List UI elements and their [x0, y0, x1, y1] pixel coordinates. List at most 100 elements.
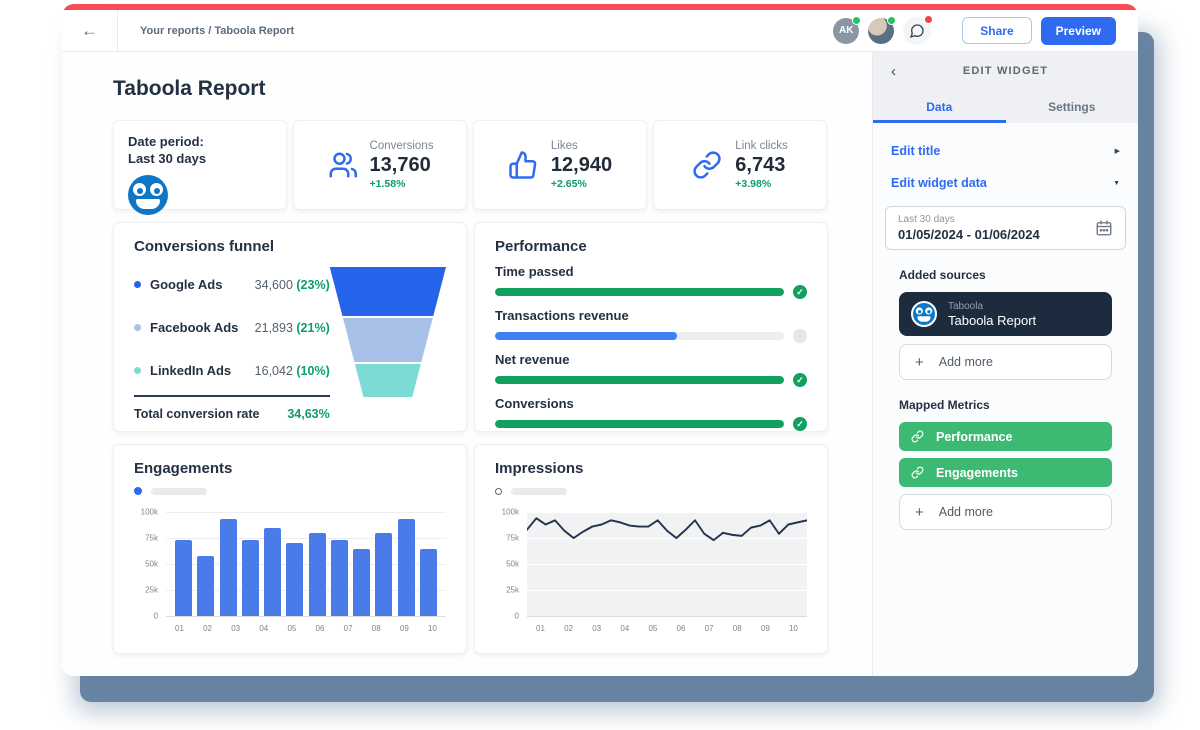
series-dot-icon: [134, 324, 141, 331]
tab-data[interactable]: Data: [873, 90, 1006, 123]
progress-track: [495, 332, 784, 340]
calendar-icon: [1095, 219, 1113, 237]
share-button[interactable]: Share: [962, 17, 1031, 44]
legend-dot-icon: [495, 488, 502, 495]
series-value: 16,042 (10%): [255, 364, 330, 378]
funnel-segment: [330, 362, 446, 397]
source-card-taboola[interactable]: Taboola Taboola Report: [899, 292, 1112, 336]
preview-button[interactable]: Preview: [1041, 17, 1116, 45]
funnel-series-row: LinkedIn Ads16,042 (10%): [134, 349, 330, 392]
widget-title: Impressions: [495, 460, 807, 477]
impressions-chart-widget[interactable]: Impressions 100k75k50k25k0 01020304: [474, 444, 828, 654]
avatar-photo[interactable]: [868, 18, 894, 44]
metric-label: Transactions revenue: [495, 308, 807, 323]
panel-back-chevron-icon[interactable]: ‹: [891, 64, 896, 79]
kpi-delta: +1.58%: [370, 178, 434, 190]
progress-fill: [495, 332, 677, 340]
date-preset-label: Last 30 days: [898, 214, 1040, 225]
panel-header: ‹ EDIT WIDGET Data Settings: [873, 52, 1138, 123]
y-tick-label: 25k: [145, 586, 158, 595]
y-tick-label: 100k: [502, 508, 519, 517]
chart-legend: [495, 486, 807, 496]
x-tick-label: 04: [620, 624, 629, 633]
x-tick-label: 09: [761, 624, 770, 633]
taboola-logo: [911, 301, 937, 327]
y-tick-label: 0: [154, 612, 158, 621]
add-metric-button[interactable]: + Add more: [899, 494, 1112, 530]
funnel-chart: [330, 267, 446, 397]
kpi-conversions-widget[interactable]: Conversions 13,760 +1.58%: [293, 120, 467, 210]
x-tick-label: 01: [175, 624, 184, 633]
x-tick-label: 06: [677, 624, 686, 633]
series-name: Facebook Ads: [150, 320, 255, 335]
edit-title-row[interactable]: Edit title ▶: [885, 135, 1126, 167]
date-period-widget[interactable]: Date period: Last 30 days: [113, 120, 287, 210]
kpi-label: Conversions: [370, 140, 434, 152]
widget-title: Performance: [495, 238, 807, 255]
panel-tabs: Data Settings: [873, 90, 1138, 123]
performance-widget[interactable]: Performance Time passed✓Transactions rev…: [474, 222, 828, 432]
kpi-link-clicks-widget[interactable]: Link clicks 6,743 +3.98%: [653, 120, 827, 210]
kpi-likes-widget[interactable]: Likes 12,940 +2.65%: [473, 120, 647, 210]
plus-icon: +: [915, 355, 924, 370]
tab-settings[interactable]: Settings: [1006, 90, 1139, 123]
pending-circle-icon: [793, 329, 807, 343]
performance-row: Transactions revenue: [495, 308, 807, 343]
mapped-metrics-section: Mapped Metrics PerformanceEngagements + …: [899, 398, 1112, 530]
x-tick-label: 08: [733, 624, 742, 633]
edit-widget-data-row[interactable]: Edit widget data ▼: [885, 167, 1126, 199]
engagements-chart-widget[interactable]: Engagements 100k75k50k25k0 0102030405060…: [113, 444, 467, 654]
online-status-dot: [852, 16, 861, 25]
thumbs-up-icon: [508, 150, 538, 180]
avatar-initials[interactable]: AK: [833, 18, 859, 44]
add-more-label: Add more: [939, 505, 993, 519]
back-arrow-icon: ←: [81, 22, 98, 39]
conversions-funnel-widget[interactable]: Conversions funnel Google Ads34,600 (23%…: [113, 222, 467, 432]
date-range-value: 01/05/2024 - 01/06/2024: [898, 227, 1040, 242]
performance-rows: Time passed✓Transactions revenueNet reve…: [495, 264, 807, 431]
engagement-bar: [331, 540, 348, 616]
link-icon: [911, 466, 924, 479]
progress-fill: [495, 420, 784, 428]
engagement-bar: [286, 543, 303, 616]
engagement-bar: [175, 540, 192, 616]
metric-label: Performance: [936, 430, 1012, 444]
y-tick-label: 50k: [145, 560, 158, 569]
plus-icon: +: [915, 505, 924, 520]
source-name: Taboola Report: [948, 313, 1036, 328]
funnel-segment: [330, 316, 446, 362]
panel-title: EDIT WIDGET: [873, 65, 1138, 77]
mapped-metric-performance[interactable]: Performance: [899, 422, 1112, 451]
chat-button[interactable]: [903, 17, 931, 45]
kpi-label: Likes: [551, 140, 612, 152]
mapped-metrics-list: Performance Engagements: [899, 422, 1112, 487]
funnel-segment: [330, 267, 446, 316]
mapped-metric-engagements[interactable]: Engagements: [899, 458, 1112, 487]
y-tick-label: 100k: [141, 508, 158, 517]
back-button[interactable]: ←: [62, 10, 118, 51]
main-area: Taboola Report Date period: Last 30 days: [62, 52, 1138, 676]
edit-title-link: Edit title: [891, 144, 940, 158]
x-tick-label: 04: [259, 624, 268, 633]
add-source-button[interactable]: + Add more: [899, 344, 1112, 380]
notification-dot: [924, 15, 933, 24]
x-tick-label: 03: [592, 624, 601, 633]
chevron-down-icon: ▼: [1113, 180, 1120, 187]
engagement-bar: [197, 556, 214, 616]
funnel-total-value: 34,63%: [287, 407, 329, 421]
y-tick-label: 50k: [506, 560, 519, 569]
impressions-line: [527, 512, 807, 616]
edit-widget-data-link: Edit widget data: [891, 176, 987, 190]
x-tick-label: 02: [203, 624, 212, 633]
progress-track: [495, 288, 784, 296]
check-circle-icon: ✓: [793, 285, 807, 299]
kpi-row: Date period: Last 30 days Conversions 13…: [113, 120, 828, 210]
metric-label: Conversions: [495, 396, 807, 411]
date-range-picker[interactable]: Last 30 days 01/05/2024 - 01/06/2024: [885, 206, 1126, 250]
series-dot-icon: [134, 281, 141, 288]
chevron-right-icon: ▶: [1115, 147, 1120, 155]
engagement-bar: [398, 519, 415, 616]
topbar: ← Your reports / Taboola Report AK Share…: [62, 10, 1138, 52]
series-value: 21,893 (21%): [255, 321, 330, 335]
link-icon: [911, 430, 924, 443]
